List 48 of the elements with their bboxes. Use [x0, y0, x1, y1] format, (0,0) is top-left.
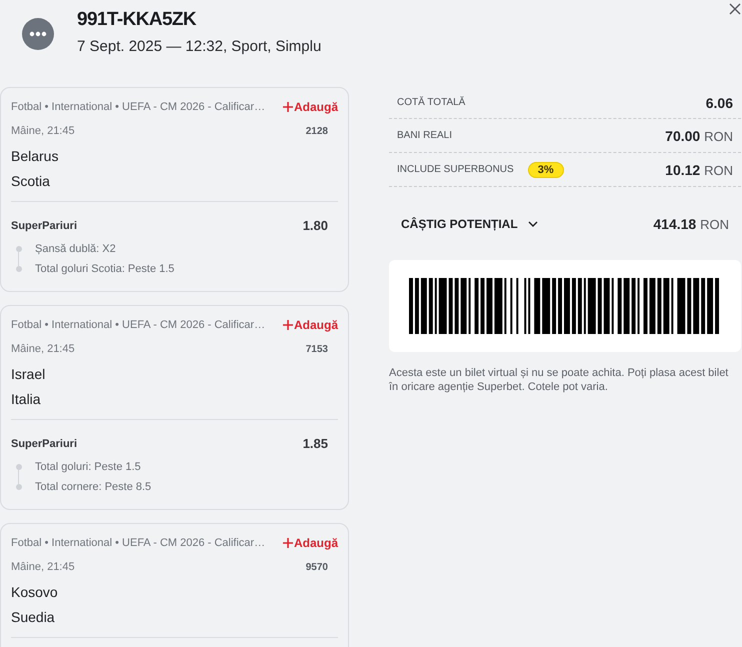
event-time: Mâine, 21:45 — [11, 125, 75, 137]
event-time: Mâine, 21:45 — [11, 561, 75, 573]
market-name: SuperPariuri — [11, 220, 78, 232]
event-breadcrumb: Fotbal • International • UEFA - CM 2026 - Calificar… — [11, 319, 266, 331]
event-code: 7153 — [306, 344, 328, 354]
timeline-dot-icon — [16, 246, 22, 252]
plus-icon — [282, 102, 293, 112]
event-breadcrumb: Fotbal • International • UEFA - CM 2026 - Calificar… — [11, 101, 266, 113]
odds-value: 1.85 — [302, 436, 328, 451]
timeline-dot-icon — [16, 464, 22, 470]
team-name: Israel — [11, 365, 46, 384]
disclaimer-text: Acesta este un bilet virtual și nu se poate achita. Poți plasa acest bilet în oricare agenție Superbet. Cotele pot varia. — [389, 366, 730, 394]
team-name: Scotia — [11, 172, 50, 191]
add-button[interactable]: Adaugă — [282, 318, 338, 332]
summary-label: BANI REALI — [397, 130, 452, 141]
timeline-dot-icon — [16, 266, 22, 272]
add-button[interactable]: Adaugă — [282, 536, 338, 550]
odds-value: 1.80 — [302, 218, 328, 233]
potential-win-value: 414.18 RON — [653, 216, 729, 232]
selection-text: Șansă dublă: X2 — [35, 243, 116, 255]
summary-value: 6.06 — [706, 94, 733, 110]
team-name: Italia — [11, 390, 41, 409]
plus-icon — [282, 320, 293, 330]
selection-text: Total cornere: Peste 8.5 — [35, 481, 152, 493]
selection-text: Total goluri: Peste 1.5 — [35, 461, 141, 473]
event-code: 9570 — [306, 562, 328, 572]
ticket-title: 991T-KKA5ZK — [77, 9, 196, 31]
close-icon — [729, 3, 741, 15]
market-name: SuperPariuri — [11, 438, 78, 450]
event-code: 2128 — [306, 126, 328, 136]
event-time: Mâine, 21:45 — [11, 343, 75, 355]
plus-icon — [282, 538, 293, 548]
timeline-dot-icon — [16, 484, 22, 490]
potential-win-toggle[interactable]: CÂȘTIG POTENȚIAL — [401, 217, 538, 231]
summary-label: COTĂ TOTALĂ — [397, 97, 466, 108]
summary-label: INCLUDE SUPERBONUS — [397, 164, 514, 175]
close-button[interactable] — [729, 3, 741, 15]
team-name: Kosovo — [11, 583, 58, 602]
bonus-badge: 3% — [528, 162, 564, 178]
summary-value: 70.00 RON — [665, 128, 733, 144]
ticket-subtitle: 7 Sept. 2025 — 12:32, Sport, Simplu — [77, 38, 322, 56]
selection-text: Total goluri Scotia: Peste 1.5 — [35, 263, 174, 275]
add-button[interactable]: Adaugă — [282, 100, 338, 114]
team-name: Belarus — [11, 147, 58, 166]
event-breadcrumb: Fotbal • International • UEFA - CM 2026 - Calificar… — [11, 537, 266, 549]
summary-value: 10.12 RON — [665, 162, 733, 178]
team-name: Suedia — [11, 608, 55, 627]
more-icon[interactable] — [22, 18, 54, 50]
